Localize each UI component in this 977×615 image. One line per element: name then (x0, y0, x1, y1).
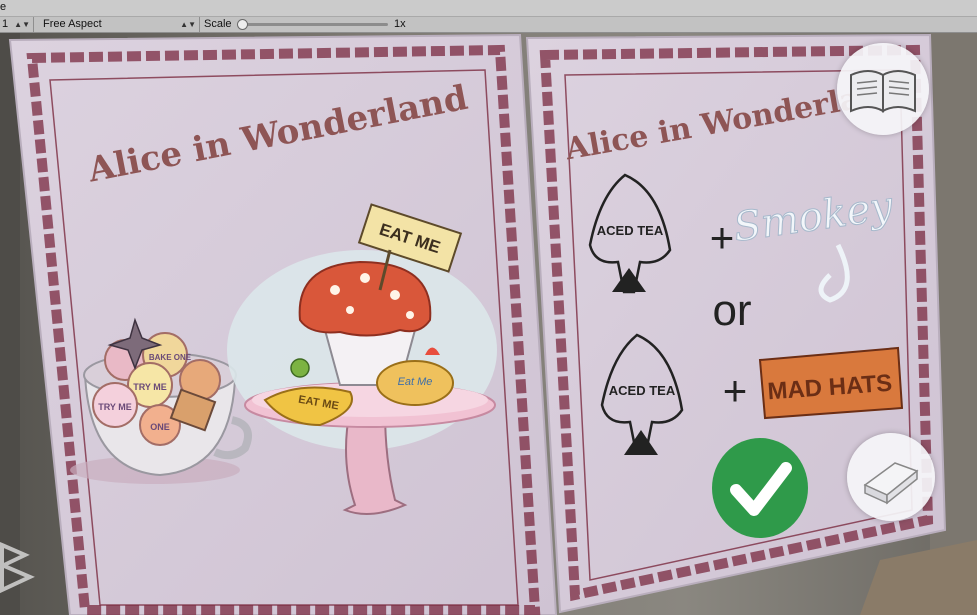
plus-sign-top: + (710, 214, 735, 261)
scene-canvas: Alice in Wonderland TRY ME BAKE ONE TRY … (0, 33, 977, 615)
aspect-dropdown[interactable]: Free Aspect ▲▼ (38, 17, 200, 32)
open-book-button[interactable] (837, 43, 929, 135)
closed-book-button[interactable] (847, 433, 935, 521)
left-card: Alice in Wonderland TRY ME BAKE ONE TRY … (8, 33, 558, 615)
tab-label[interactable]: e (0, 1, 6, 13)
aced-tea-text-top: ACED TEA (597, 223, 664, 238)
dropdown-arrows-icon: ▲▼ (180, 20, 196, 29)
ar-scene-view: Alice in Wonderland TRY ME BAKE ONE TRY … (0, 33, 977, 615)
scale-value: 1x (394, 18, 406, 30)
scale-label: Scale (204, 18, 232, 30)
dropdown-arrows-icon: ▲▼ (14, 20, 30, 29)
cookie-label-4: ONE (150, 422, 170, 432)
background-floor (860, 540, 977, 615)
cookie-label-1: TRY ME (133, 382, 167, 392)
aced-tea-text-bottom: ACED TEA (609, 383, 676, 398)
plus-sign-bottom: + (723, 367, 748, 414)
display-dropdown[interactable]: 1 ▲▼ (0, 17, 34, 32)
or-text: or (712, 286, 751, 335)
background-left (0, 33, 20, 615)
cookie-label-2: BAKE ONE (149, 353, 192, 362)
display-dropdown-value: 1 (2, 18, 9, 30)
closed-book-icon (863, 462, 919, 505)
cookie-label-3: TRY ME (98, 402, 132, 412)
checkmark-icon (730, 462, 792, 516)
scale-slider-track[interactable] (238, 23, 388, 26)
open-book-icon (850, 70, 916, 113)
mad-hats-logo: MAD HATS (758, 346, 904, 420)
toolbar-row: 1 ▲▼ Free Aspect ▲▼ Scale 1x (0, 17, 977, 32)
scale-slider-thumb[interactable] (237, 19, 248, 30)
confirm-check-button[interactable] (712, 438, 808, 538)
cookie-eat-me-label: Eat Me (398, 376, 433, 388)
aspect-dropdown-value: Free Aspect (43, 18, 102, 30)
toolbar-top-strip: e (0, 0, 977, 17)
editor-toolbar: e 1 ▲▼ Free Aspect ▲▼ Scale 1x (0, 0, 977, 33)
